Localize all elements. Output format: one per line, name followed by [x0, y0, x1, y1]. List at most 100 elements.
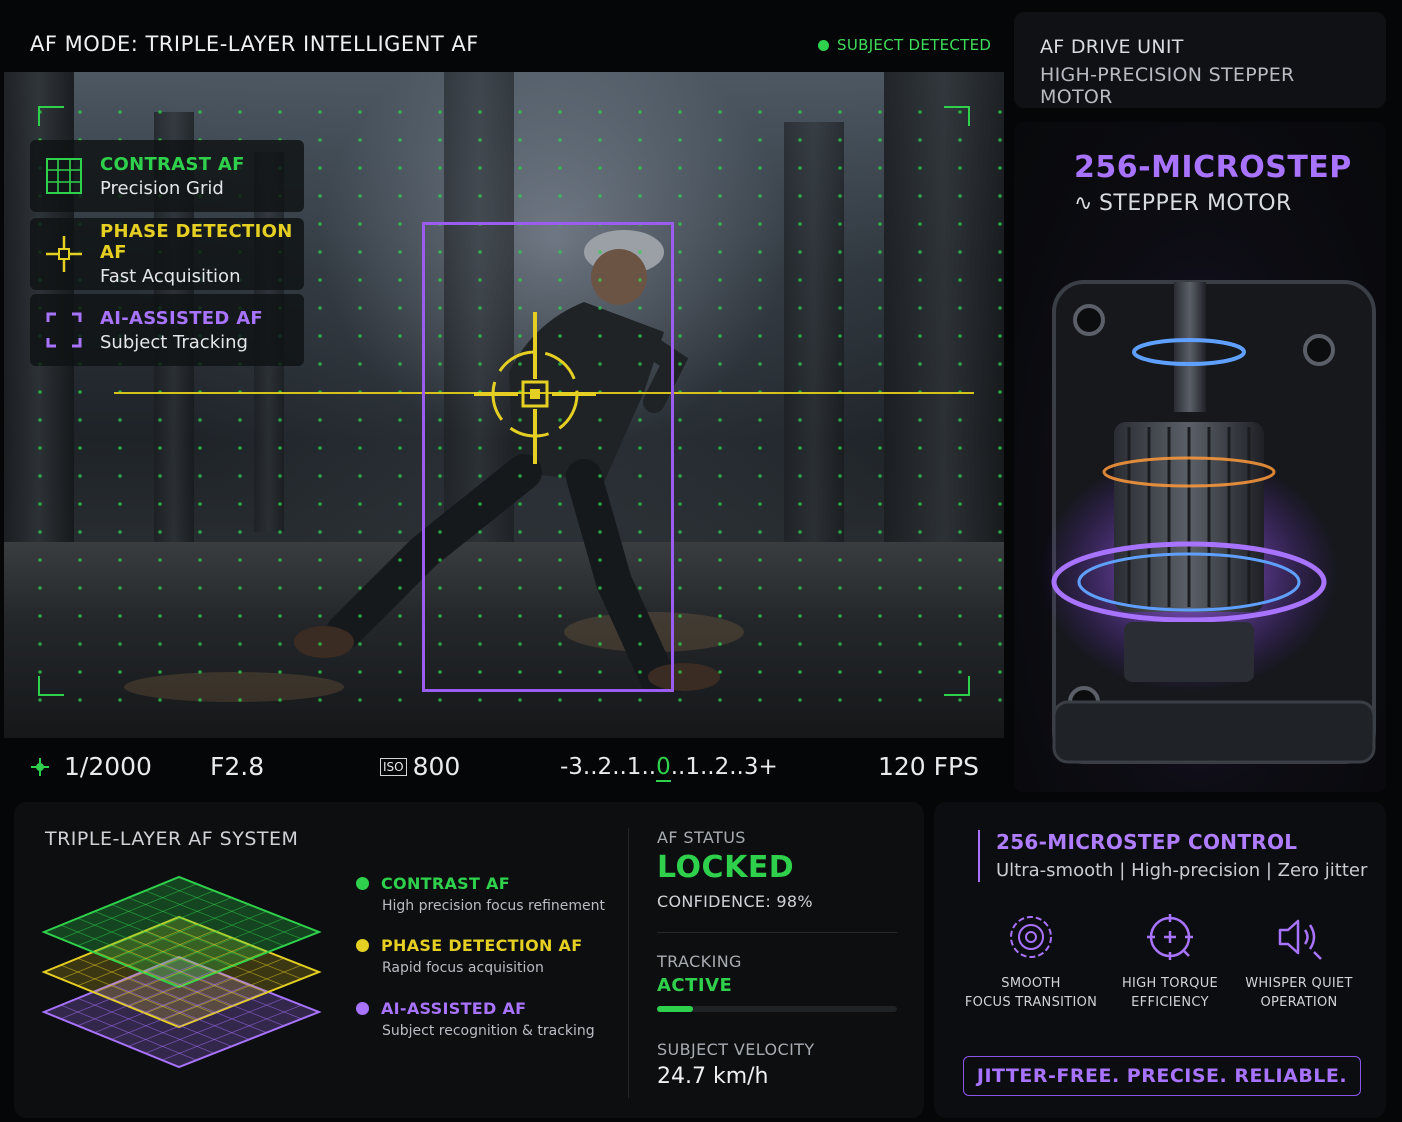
grid-dot	[718, 558, 722, 562]
grid-dot	[278, 558, 282, 562]
grid-dot	[678, 278, 682, 282]
viewfinder-image[interactable]: CONTRAST AF Precision Grid PHASE DETECTI…	[4, 72, 1004, 738]
grid-dot	[998, 502, 1002, 506]
motor-visual-panel: 256-MICROSTEP ∿ STEPPER MOTOR	[1014, 122, 1386, 792]
grid-dot	[118, 446, 122, 450]
grid-dot	[998, 222, 1002, 226]
grid-dot	[118, 502, 122, 506]
mode-card-ai[interactable]: AI-ASSISTED AF Subject Tracking	[30, 294, 304, 366]
grid-dot	[918, 250, 922, 254]
frame-corner-icon	[38, 676, 64, 696]
grid-dot	[838, 642, 842, 646]
grid-dot	[878, 474, 882, 478]
grid-dot	[78, 614, 82, 618]
drive-unit-subtitle: HIGH-PRECISION STEPPER MOTOR	[1040, 64, 1295, 108]
torque-icon	[1147, 914, 1193, 960]
grid-dot	[238, 418, 242, 422]
grid-dot	[398, 250, 402, 254]
grid-dot	[998, 446, 1002, 450]
grid-dot	[238, 670, 242, 674]
microstep-panel: 256-MICROSTEP CONTROL Ultra-smooth | Hig…	[934, 802, 1386, 1118]
grid-dot	[958, 502, 962, 506]
subject-detected-indicator: SUBJECT DETECTED	[818, 36, 991, 54]
grid-dot	[998, 642, 1002, 646]
grid-dot	[358, 642, 362, 646]
grid-dot	[918, 110, 922, 114]
grid-dot	[998, 110, 1002, 114]
grid-dot	[838, 110, 842, 114]
grid-dot	[278, 110, 282, 114]
legend-item-contrast: CONTRAST AF High precision focus refinem…	[356, 874, 605, 914]
grid-dot	[198, 530, 202, 534]
grid-dot	[958, 138, 962, 142]
grid-dot	[198, 110, 202, 114]
grid-dot	[758, 138, 762, 142]
grid-dot	[118, 418, 122, 422]
grid-dot	[198, 446, 202, 450]
grid-dot	[478, 166, 482, 170]
grid-dot	[398, 138, 402, 142]
grid-dot	[958, 586, 962, 590]
grid-dot	[118, 558, 122, 562]
grid-dot	[358, 222, 362, 226]
feature-quiet: WHISPER QUIET OPERATION	[1229, 912, 1369, 1010]
crosshair-icon	[46, 236, 82, 272]
grid-dot	[38, 558, 42, 562]
grid-dot	[918, 530, 922, 534]
feature-line2: FOCUS TRANSITION	[964, 995, 1098, 1010]
grid-dot	[358, 530, 362, 534]
grid-dot	[838, 614, 842, 618]
grid-dot	[958, 362, 962, 366]
grid-dot	[318, 698, 322, 702]
grid-dot	[998, 670, 1002, 674]
grid-dot	[998, 250, 1002, 254]
grid-dot	[118, 586, 122, 590]
grid-dot	[918, 306, 922, 310]
grid-dot	[838, 586, 842, 590]
grid-dot	[238, 586, 242, 590]
grid-dot	[918, 642, 922, 646]
grid-dot	[318, 334, 322, 338]
grid-dot	[158, 698, 162, 702]
grid-dot	[478, 194, 482, 198]
grid-dot	[718, 222, 722, 226]
grid-dot	[718, 502, 722, 506]
legend-name: PHASE DETECTION AF	[381, 936, 583, 955]
legend-dot-icon	[356, 877, 369, 890]
grid-dot	[718, 250, 722, 254]
grid-dot	[878, 418, 882, 422]
grid-dot	[278, 502, 282, 506]
grid-dot	[158, 502, 162, 506]
grid-dot	[198, 418, 202, 422]
grid-dot	[918, 698, 922, 702]
grid-dot	[638, 166, 642, 170]
legend-item-phase: PHASE DETECTION AF Rapid focus acquisiti…	[356, 936, 582, 976]
grid-dot	[198, 474, 202, 478]
grid-dot	[118, 530, 122, 534]
grid-dot	[798, 362, 802, 366]
grid-dot	[718, 194, 722, 198]
grid-dot	[518, 194, 522, 198]
grid-dot	[358, 474, 362, 478]
grid-dot	[958, 698, 962, 702]
panel-divider	[628, 828, 629, 1098]
grid-dot	[798, 110, 802, 114]
mode-card-phase[interactable]: PHASE DETECTION AF Fast Acquisition	[30, 218, 304, 290]
grid-dot	[758, 334, 762, 338]
grid-dot	[78, 642, 82, 646]
status-separator	[657, 932, 897, 933]
grid-dot	[998, 334, 1002, 338]
mode-card-contrast[interactable]: CONTRAST AF Precision Grid	[30, 140, 304, 212]
grid-dot	[678, 334, 682, 338]
grid-dot	[358, 418, 362, 422]
grid-dot	[438, 194, 442, 198]
grid-dot	[838, 558, 842, 562]
tagline-button[interactable]: JITTER-FREE. PRECISE. RELIABLE.	[963, 1056, 1361, 1096]
grid-dot	[998, 474, 1002, 478]
grid-dot	[318, 446, 322, 450]
grid-dot	[678, 670, 682, 674]
grid-dot	[78, 698, 82, 702]
grid-dot	[558, 194, 562, 198]
grid-dot	[758, 586, 762, 590]
grid-dot	[318, 530, 322, 534]
